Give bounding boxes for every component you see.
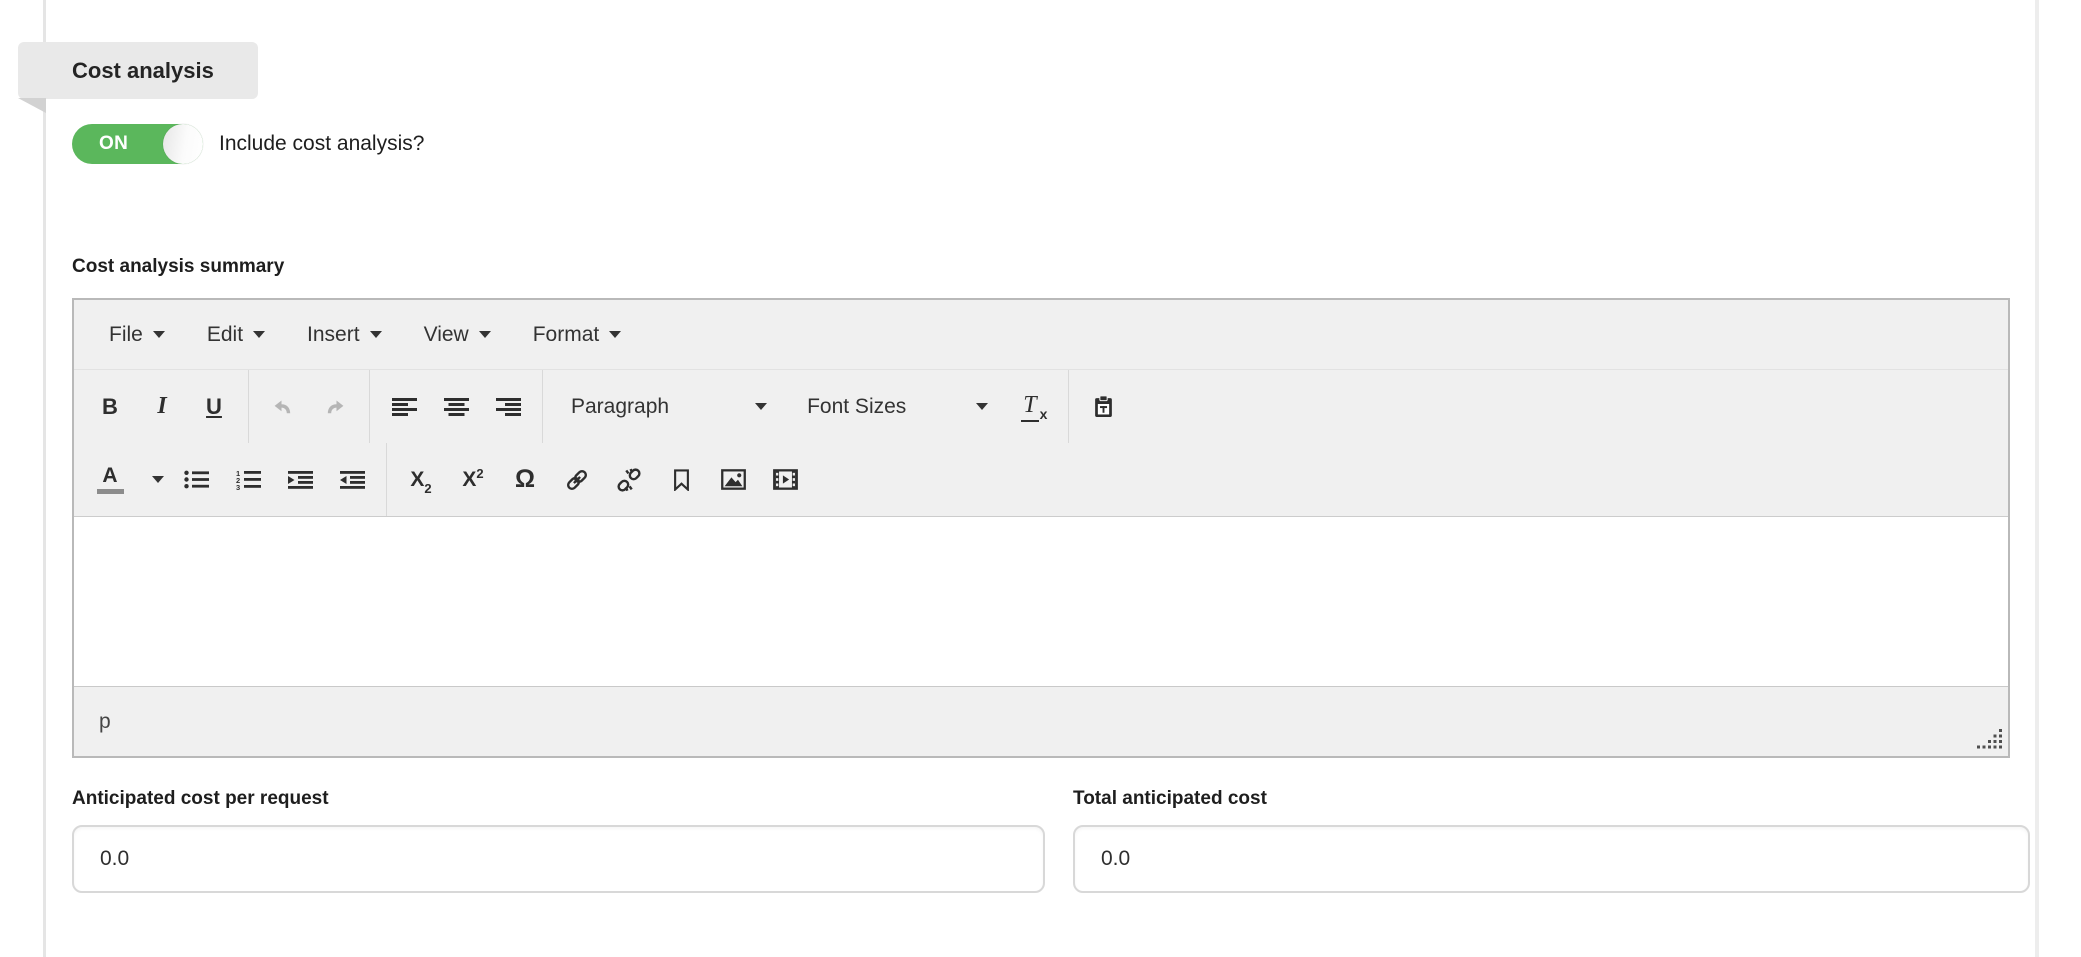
toolbar-separator: [542, 370, 543, 443]
bullet-list-button[interactable]: [173, 451, 219, 509]
rich-text-editor: File Edit Insert View Format: [72, 298, 2010, 758]
undo-button[interactable]: [260, 378, 306, 436]
chevron-down-icon: [153, 331, 165, 338]
toggle-question-label: Include cost analysis?: [219, 132, 424, 156]
menu-format[interactable]: Format: [512, 300, 643, 369]
align-center-icon: [444, 398, 469, 416]
outdent-button[interactable]: [329, 451, 375, 509]
include-cost-analysis-row: ON Include cost analysis?: [72, 124, 424, 164]
resize-grip-icon[interactable]: [1975, 729, 2003, 751]
chevron-down-icon: [370, 331, 382, 338]
indent-icon: [288, 471, 313, 489]
bullet-list-icon: [184, 470, 209, 489]
text-color-caret-button[interactable]: [139, 451, 167, 509]
undo-icon: [272, 398, 294, 416]
anticipated-cost-per-request-label: Anticipated cost per request: [72, 788, 1045, 810]
editor-menubar: File Edit Insert View Format: [74, 300, 2008, 370]
menu-edit[interactable]: Edit: [186, 300, 286, 369]
italic-button[interactable]: I: [139, 378, 185, 436]
chevron-down-icon: [152, 476, 164, 483]
section-tab-cost-analysis: Cost analysis: [18, 42, 258, 99]
svg-text:3: 3: [236, 483, 240, 490]
omega-icon: Ω: [515, 465, 535, 494]
chevron-down-icon: [253, 331, 265, 338]
bold-icon: B: [102, 394, 118, 420]
editor-statusbar: p: [74, 686, 2008, 756]
toolbar-row-1: B I U: [74, 370, 2008, 443]
chevron-down-icon: [479, 331, 491, 338]
align-left-icon: [392, 398, 417, 416]
italic-icon: I: [157, 393, 166, 420]
section-tab-tail: [18, 98, 46, 113]
link-icon: [565, 468, 589, 492]
remove-link-button[interactable]: [606, 451, 652, 509]
insert-media-button[interactable]: [762, 451, 808, 509]
toggle-state-label: ON: [99, 124, 128, 164]
anticipated-cost-per-request-field: Anticipated cost per request: [72, 788, 1045, 893]
paste-as-text-button[interactable]: [1080, 378, 1126, 436]
align-right-button[interactable]: [485, 378, 531, 436]
editor-toolbar: B I U: [74, 370, 2008, 517]
clear-formatting-button[interactable]: T x: [1011, 378, 1057, 436]
subscript-icon: X2: [410, 468, 431, 492]
redo-button[interactable]: [312, 378, 358, 436]
anticipated-cost-per-request-input[interactable]: [72, 825, 1045, 893]
insert-image-button[interactable]: [710, 451, 756, 509]
bold-button[interactable]: B: [87, 378, 133, 436]
paste-as-text-icon: [1093, 395, 1114, 418]
total-anticipated-cost-label: Total anticipated cost: [1073, 788, 2030, 810]
insert-link-button[interactable]: [554, 451, 600, 509]
outdent-icon: [340, 471, 365, 489]
align-center-button[interactable]: [433, 378, 479, 436]
superscript-icon: X2: [462, 468, 483, 492]
underline-button[interactable]: U: [191, 378, 237, 436]
anchor-button[interactable]: [658, 451, 704, 509]
include-cost-analysis-toggle[interactable]: ON: [72, 124, 203, 164]
toolbar-separator: [1068, 370, 1069, 443]
editor-content-area[interactable]: [74, 517, 2008, 686]
chevron-down-icon: [976, 403, 988, 410]
chevron-down-icon: [609, 331, 621, 338]
cost-analysis-summary-label: Cost analysis summary: [72, 256, 284, 278]
total-anticipated-cost-input[interactable]: [1073, 825, 2030, 893]
superscript-button[interactable]: X2: [450, 451, 496, 509]
menu-view[interactable]: View: [403, 300, 512, 369]
toolbar-separator: [369, 370, 370, 443]
page: Cost analysis ON Include cost analysis? …: [0, 0, 2081, 957]
text-color-button[interactable]: A: [87, 451, 133, 509]
numbered-list-icon: 1 2 3: [236, 470, 261, 490]
menu-insert[interactable]: Insert: [286, 300, 403, 369]
media-icon: [773, 469, 798, 490]
total-anticipated-cost-field: Total anticipated cost: [1073, 788, 2030, 893]
anchor-bookmark-icon: [673, 469, 690, 491]
paragraph-format-dropdown[interactable]: Paragraph: [551, 378, 787, 436]
special-character-button[interactable]: Ω: [502, 451, 548, 509]
align-right-icon: [496, 398, 521, 416]
align-left-button[interactable]: [381, 378, 427, 436]
menu-file[interactable]: File: [88, 300, 186, 369]
subscript-button[interactable]: X2: [398, 451, 444, 509]
numbered-list-button[interactable]: 1 2 3: [225, 451, 271, 509]
text-color-icon: A: [97, 465, 124, 494]
element-path-label: p: [99, 710, 111, 734]
toolbar-separator: [248, 370, 249, 443]
left-border-line: [43, 0, 46, 957]
font-sizes-dropdown[interactable]: Font Sizes: [787, 378, 1008, 436]
indent-button[interactable]: [277, 451, 323, 509]
toolbar-row-2: A 1 2 3: [74, 443, 2008, 516]
chevron-down-icon: [755, 403, 767, 410]
unlink-icon: [617, 468, 641, 492]
right-border-line: [2035, 0, 2039, 957]
toggle-knob[interactable]: [163, 124, 203, 164]
clear-formatting-icon: T x: [1021, 392, 1047, 422]
redo-icon: [324, 398, 346, 416]
underline-icon: U: [206, 394, 222, 420]
toolbar-separator: [386, 443, 387, 516]
image-icon: [721, 469, 746, 490]
